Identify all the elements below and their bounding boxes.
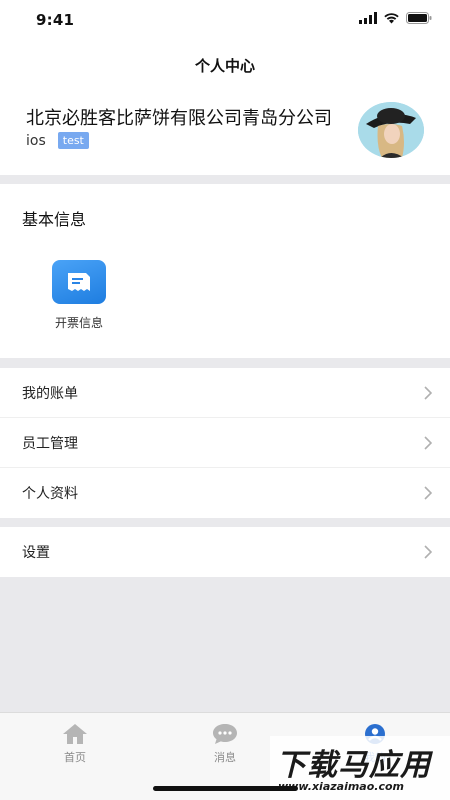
chevron-right-icon [424, 486, 432, 500]
username: ios [26, 132, 46, 149]
invoice-info-button[interactable]: 开票信息 [44, 260, 114, 331]
status-time: 9:41 [36, 11, 75, 29]
nav-bar: 个人中心 [0, 40, 450, 90]
battery-icon [406, 12, 432, 24]
invoice-icon [52, 260, 106, 304]
status-icons [359, 12, 432, 24]
watermark-brand: 下载马应用 [276, 748, 431, 783]
menu-item-my-bills[interactable]: 我的账单 [0, 368, 450, 418]
wifi-icon [384, 13, 399, 24]
user-tag-badge: test [57, 132, 89, 149]
company-name: 北京必胜客比萨饼有限公司青岛分公司 [26, 108, 332, 129]
menu-group: 我的账单 员工管理 个人资料 [0, 368, 450, 518]
invoice-label: 开票信息 [54, 316, 103, 330]
profile-card[interactable]: 北京必胜客比萨饼有限公司青岛分公司 ios test [0, 90, 450, 175]
chevron-right-icon [424, 386, 432, 400]
menu-item-label: 员工管理 [22, 435, 78, 452]
tab-home[interactable]: 首页 [30, 723, 120, 765]
user-row: ios test [26, 132, 89, 149]
menu-group: 设置 [0, 527, 450, 577]
screen: 9:41 个人中心 北京必胜客比萨饼有限公司青岛分公司 ios test 基本信… [0, 0, 450, 800]
chevron-right-icon [424, 436, 432, 450]
menu-item-staff-management[interactable]: 员工管理 [0, 418, 450, 468]
message-icon [213, 724, 237, 744]
tab-messages[interactable]: 消息 [180, 723, 270, 765]
basic-info-section: 基本信息 开票信息 [0, 184, 450, 358]
avatar-image [358, 102, 424, 158]
menu-item-label: 个人资料 [22, 486, 78, 502]
tab-label: 首页 [64, 751, 86, 764]
menu-item-label: 我的账单 [22, 385, 78, 402]
page-title: 个人中心 [194, 57, 255, 75]
tab-label: 消息 [214, 751, 236, 764]
home-indicator [153, 786, 298, 791]
cellular-signal-icon [359, 12, 377, 24]
avatar[interactable] [358, 102, 424, 158]
section-title: 基本信息 [22, 210, 87, 229]
home-icon [63, 724, 87, 744]
menu-item-settings[interactable]: 设置 [0, 527, 450, 577]
menu-item-profile[interactable]: 个人资料 [0, 468, 450, 518]
status-bar: 9:41 [0, 0, 450, 40]
chevron-right-icon [424, 545, 432, 559]
menu-item-label: 设置 [22, 545, 50, 561]
